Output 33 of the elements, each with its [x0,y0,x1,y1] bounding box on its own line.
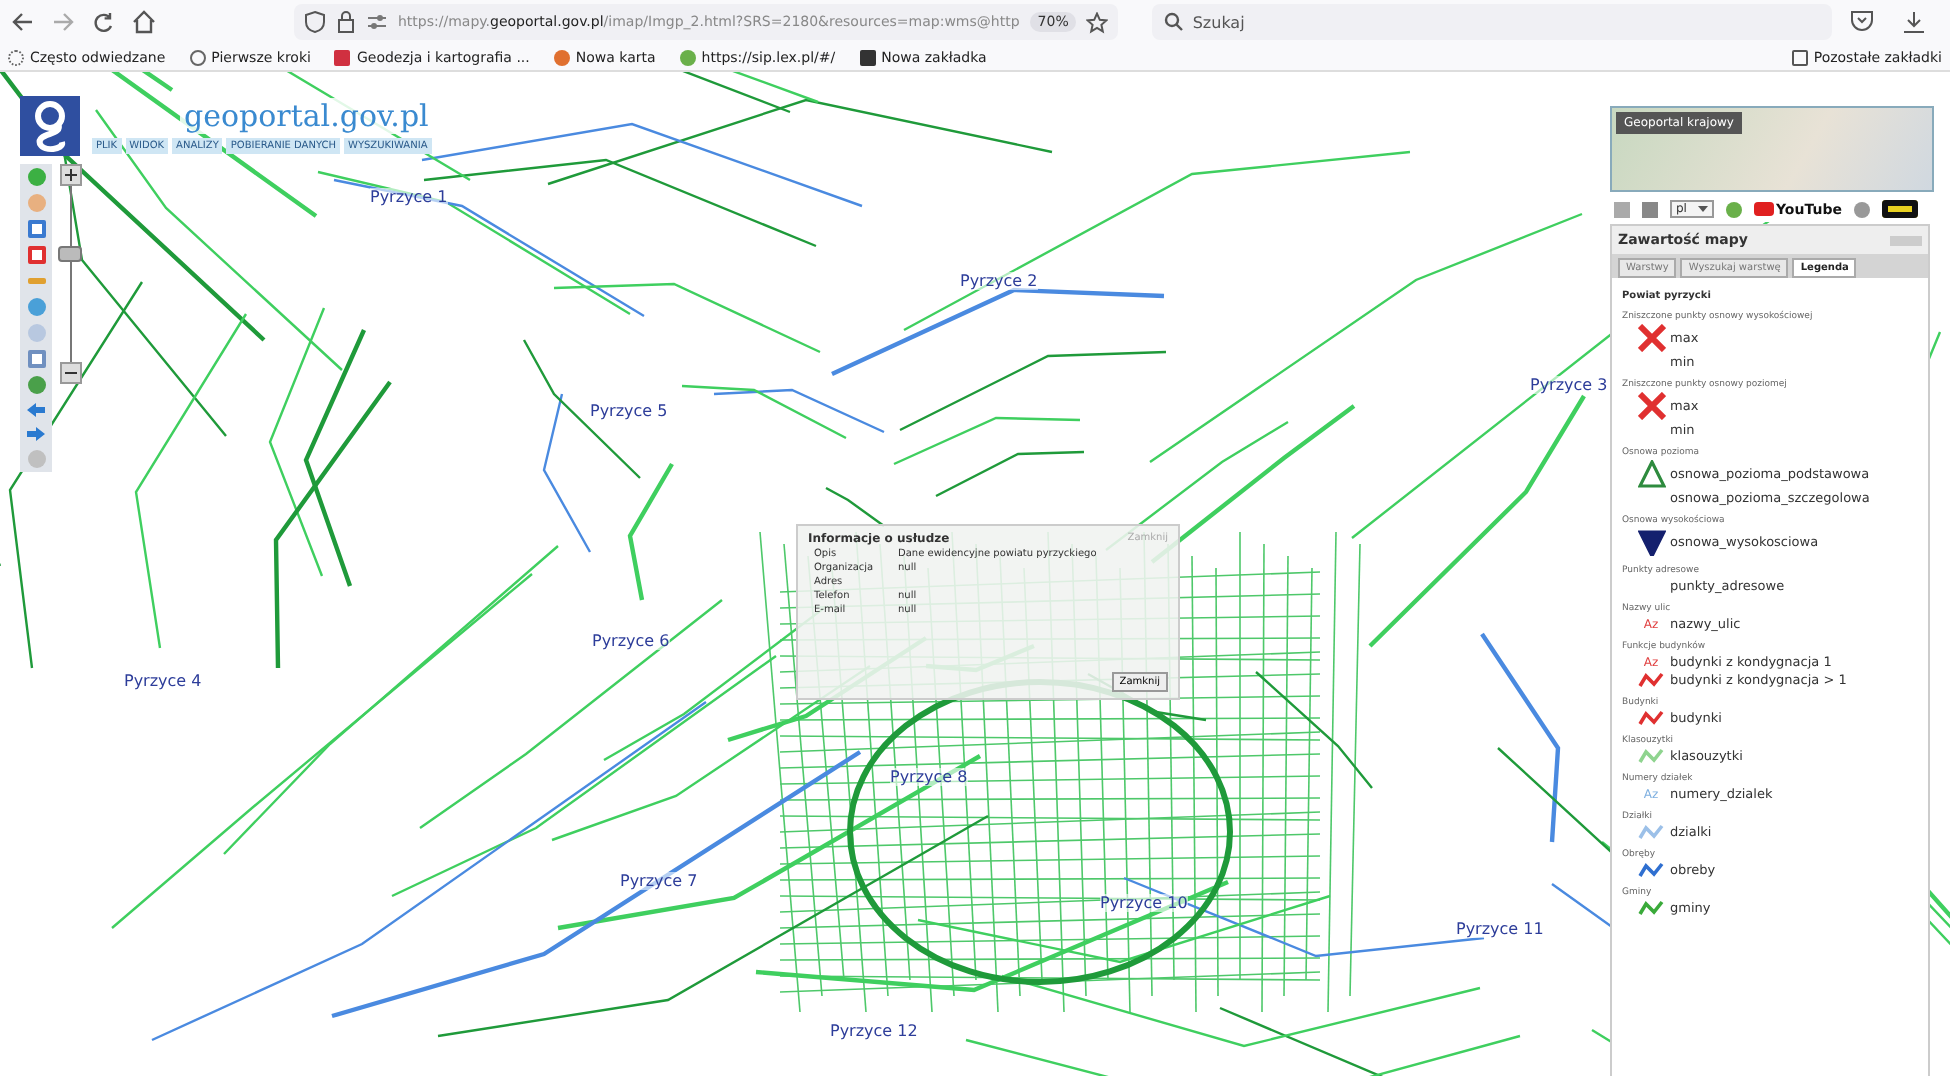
reload-icon[interactable] [92,11,114,33]
map-label: Pyrzyce 7 [620,872,698,890]
arrow-right-icon[interactable] [26,426,46,442]
download-icon[interactable] [1902,10,1927,34]
search-field[interactable]: Szukaj [1152,4,1833,40]
zoom-in-button[interactable] [59,164,81,186]
home-icon[interactable] [132,10,156,34]
search-icon [1164,12,1185,32]
map-label: Pyrzyce 5 [590,402,668,420]
site-title: geoportal.gov.pl [180,98,433,134]
arrow-left-icon[interactable] [26,402,46,418]
map-label: Pyrzyce 3 [1530,376,1608,394]
map-label: Pyrzyce 11 [1456,920,1544,938]
shield-icon[interactable] [304,10,326,34]
zoom-box-icon[interactable] [27,220,45,238]
map-label: Pyrzyce 4 [124,672,202,690]
map-label: Pyrzyce 6 [592,632,670,650]
pocket-icon[interactable] [1850,10,1875,32]
star-icon[interactable] [1086,11,1109,33]
map-label: Pyrzyce 2 [960,272,1038,290]
zoom-out-box-icon[interactable] [27,246,45,264]
caret-icon[interactable] [1698,206,1708,212]
map-label: Pyrzyce 1 [370,188,448,206]
map-label: Pyrzyce 12 [830,1022,918,1040]
permissions-icon[interactable] [366,12,388,32]
map-label: Pyrzyce 10 [1100,894,1188,912]
back-arrow-icon[interactable] [12,12,34,32]
forward-arrow-icon[interactable] [52,12,74,32]
zoom-out-button[interactable] [59,362,81,384]
logo-icon[interactable] [20,96,80,156]
lock-icon [336,10,356,34]
zoom-handle[interactable] [58,245,82,262]
map-label: Pyrzyce 8 [890,768,968,786]
